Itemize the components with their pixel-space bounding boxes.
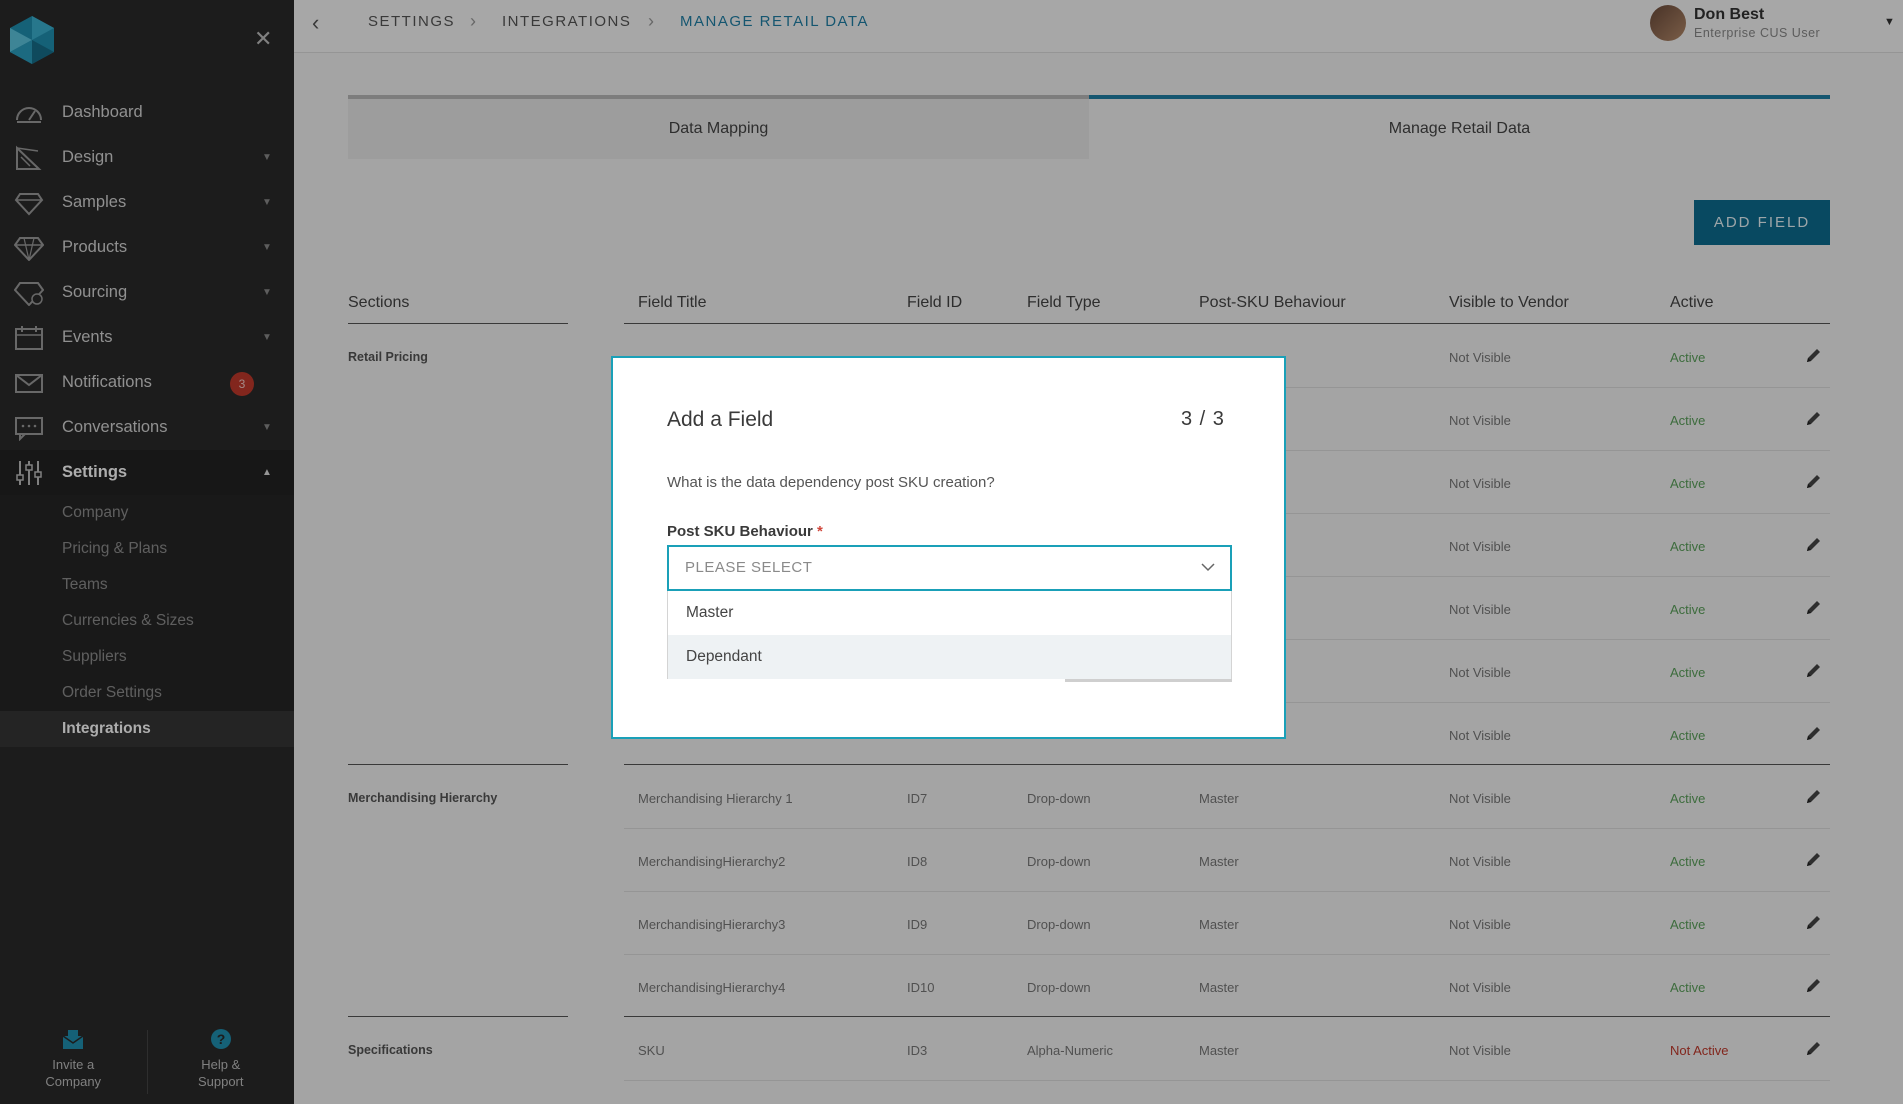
post-sku-label: Post SKU Behaviour * <box>667 523 823 540</box>
option-dependant[interactable]: Dependant <box>668 635 1231 679</box>
select-options-list: Master Dependant <box>667 591 1232 679</box>
required-asterisk: * <box>817 523 823 540</box>
add-field-modal: Add a Field 3 / 3 What is the data depen… <box>611 356 1286 739</box>
chevron-down-icon <box>1201 563 1215 572</box>
post-sku-label-text: Post SKU Behaviour <box>667 523 813 540</box>
post-sku-select[interactable]: PLEASE SELECT <box>667 545 1232 591</box>
modal-question: What is the data dependency post SKU cre… <box>667 474 995 491</box>
modal-title: Add a Field <box>667 408 774 431</box>
select-placeholder: PLEASE SELECT <box>685 559 813 576</box>
option-master[interactable]: Master <box>668 591 1231 635</box>
modal-overlay[interactable]: Add a Field 3 / 3 What is the data depen… <box>0 0 1903 1104</box>
modal-step-indicator: 3 / 3 <box>1181 408 1225 430</box>
hidden-button-edge <box>1065 679 1232 682</box>
